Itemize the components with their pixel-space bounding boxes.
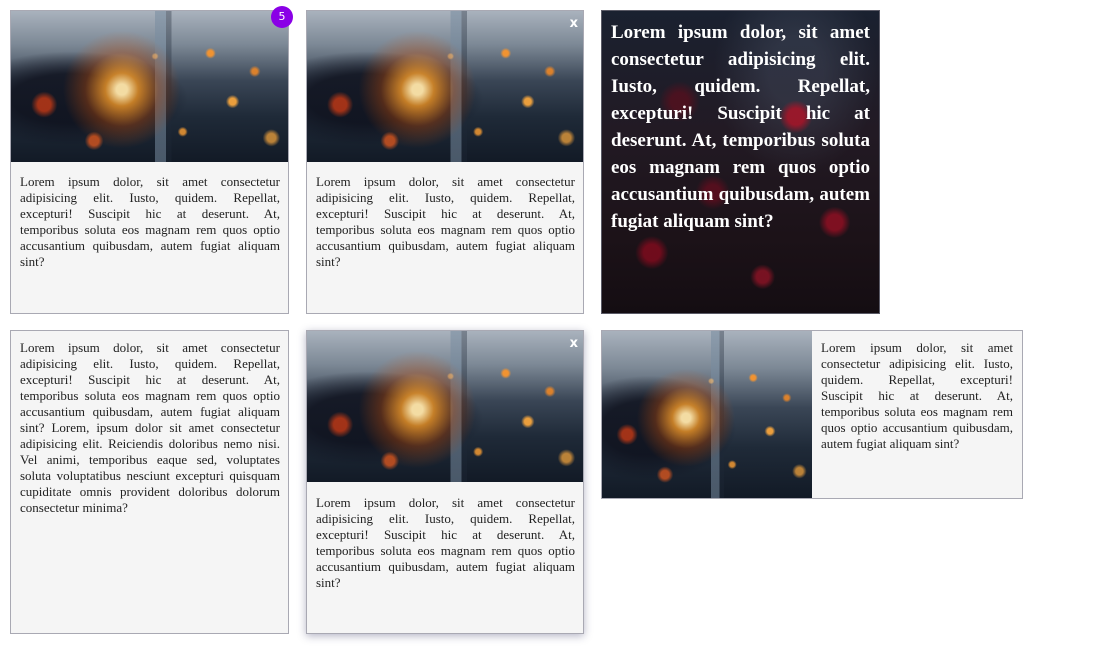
card-text: Lorem ipsum dolor, sit amet consectetur … <box>20 340 280 515</box>
card-image <box>11 11 288 162</box>
card-overlay-text: Lorem ipsum dolor, sit amet consectetur … <box>611 22 870 232</box>
card-image <box>307 331 583 482</box>
card-6: Lorem ipsum dolor, sit amet consectetur … <box>601 330 1023 499</box>
notification-badge: 5 <box>271 6 293 28</box>
card-text: Lorem ipsum dolor, sit amet consectetur … <box>316 174 575 269</box>
card-2: x Lorem ipsum dolor, sit amet consectetu… <box>306 10 584 314</box>
card-text: Lorem ipsum dolor, sit amet consectetur … <box>20 174 280 269</box>
card-1: Lorem ipsum dolor, sit amet consectetur … <box>10 10 289 314</box>
card-4: Lorem ipsum dolor, sit amet consectetur … <box>10 330 289 634</box>
card-image <box>602 331 812 498</box>
close-icon[interactable]: x <box>570 17 578 31</box>
card-text: Lorem ipsum dolor, sit amet consectetur … <box>821 340 1013 451</box>
card-3: Lorem ipsum dolor, sit amet consectetur … <box>601 10 880 314</box>
card-5: x Lorem ipsum dolor, sit amet consectetu… <box>306 330 584 634</box>
close-icon[interactable]: x <box>570 337 578 351</box>
card-text: Lorem ipsum dolor, sit amet consectetur … <box>316 495 575 590</box>
card-image <box>307 11 583 162</box>
